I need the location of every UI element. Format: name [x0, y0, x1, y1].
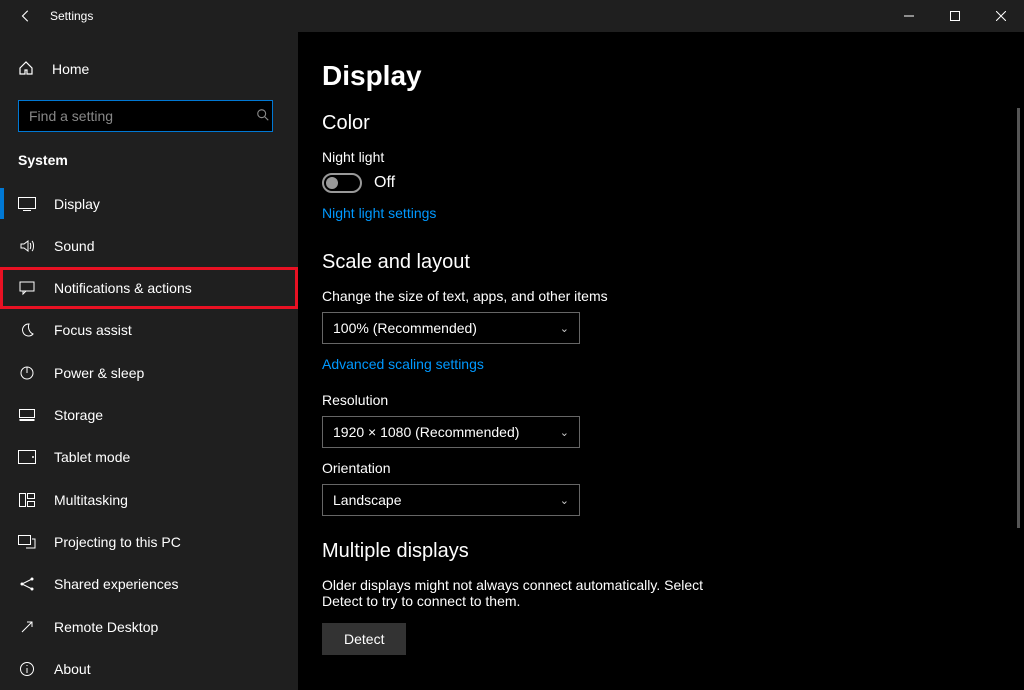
close-button[interactable]: [978, 0, 1024, 32]
display-icon: [18, 197, 36, 211]
multitask-icon: [18, 493, 36, 507]
sidebar-item-label: Projecting to this PC: [54, 534, 181, 550]
moon-icon: [18, 322, 36, 338]
maximize-button[interactable]: [932, 0, 978, 32]
sidebar-item-label: Sound: [54, 238, 94, 254]
sidebar-item-tablet-mode[interactable]: Tablet mode: [0, 436, 298, 478]
sidebar-item-remote-desktop[interactable]: Remote Desktop: [0, 605, 298, 647]
back-button[interactable]: [10, 0, 42, 32]
orientation-select[interactable]: Landscape ⌄: [322, 484, 580, 516]
scale-value: 100% (Recommended): [333, 320, 477, 336]
project-icon: [18, 535, 36, 549]
info-icon: [18, 661, 36, 677]
sidebar-item-storage[interactable]: Storage: [0, 394, 298, 436]
night-light-toggle[interactable]: [322, 173, 362, 193]
detect-button[interactable]: Detect: [322, 623, 406, 655]
tablet-icon: [18, 450, 36, 464]
minimize-button[interactable]: [886, 0, 932, 32]
sidebar-item-label: Power & sleep: [54, 365, 144, 381]
resolution-value: 1920 × 1080 (Recommended): [333, 424, 519, 440]
remote-icon: [18, 619, 36, 635]
sidebar-item-multitasking[interactable]: Multitasking: [0, 479, 298, 521]
multi-displays-desc: Older displays might not always connect …: [322, 577, 722, 609]
titlebar: Settings: [0, 0, 1024, 32]
sound-icon: [18, 238, 36, 254]
home-icon: [18, 60, 34, 79]
message-icon: [18, 280, 36, 296]
scale-select[interactable]: 100% (Recommended) ⌄: [322, 312, 580, 344]
storage-icon: [18, 409, 36, 421]
section-multi-displays: Multiple displays: [322, 540, 984, 563]
window-controls: [886, 0, 1024, 32]
scrollbar[interactable]: [1017, 108, 1020, 528]
home-button[interactable]: Home: [0, 50, 298, 88]
sidebar: Home System Display Sound Notifications …: [0, 32, 298, 690]
sidebar-item-label: Notifications & actions: [54, 280, 192, 296]
chevron-down-icon: ⌄: [560, 494, 569, 507]
sidebar-item-focus-assist[interactable]: Focus assist: [0, 309, 298, 351]
power-icon: [18, 365, 36, 381]
search-icon: [256, 108, 270, 127]
night-light-state: Off: [374, 174, 395, 192]
chevron-down-icon: ⌄: [560, 426, 569, 439]
advanced-scaling-link[interactable]: Advanced scaling settings: [322, 356, 484, 372]
sidebar-section-title: System: [0, 144, 298, 182]
sidebar-item-about[interactable]: About: [0, 648, 298, 690]
window-title: Settings: [50, 9, 93, 23]
sidebar-item-display[interactable]: Display: [0, 182, 298, 224]
sidebar-item-sound[interactable]: Sound: [0, 225, 298, 267]
content-pane[interactable]: Display Color Night light Off Night ligh…: [298, 32, 1024, 690]
resolution-select[interactable]: 1920 × 1080 (Recommended) ⌄: [322, 416, 580, 448]
orientation-label: Orientation: [322, 460, 984, 476]
sidebar-item-label: Focus assist: [54, 322, 132, 338]
chevron-down-icon: ⌄: [560, 322, 569, 335]
sidebar-item-label: Shared experiences: [54, 576, 179, 592]
orientation-value: Landscape: [333, 492, 402, 508]
night-light-label: Night light: [322, 149, 984, 165]
sidebar-item-notifications[interactable]: Notifications & actions: [0, 267, 298, 309]
sidebar-item-label: Remote Desktop: [54, 619, 158, 635]
section-color: Color: [322, 112, 984, 135]
home-label: Home: [52, 61, 89, 77]
night-light-settings-link[interactable]: Night light settings: [322, 205, 436, 221]
share-icon: [18, 576, 36, 592]
sidebar-item-label: Display: [54, 196, 100, 212]
sidebar-item-label: Tablet mode: [54, 449, 130, 465]
toggle-knob: [326, 177, 338, 189]
sidebar-item-label: Multitasking: [54, 492, 128, 508]
sidebar-item-projecting[interactable]: Projecting to this PC: [0, 521, 298, 563]
section-scale: Scale and layout: [322, 251, 984, 274]
sidebar-item-power-sleep[interactable]: Power & sleep: [0, 352, 298, 394]
scale-label: Change the size of text, apps, and other…: [322, 288, 984, 304]
sidebar-item-label: Storage: [54, 407, 103, 423]
sidebar-item-shared-experiences[interactable]: Shared experiences: [0, 563, 298, 605]
page-title: Display: [322, 60, 984, 92]
search-input[interactable]: [18, 100, 273, 132]
resolution-label: Resolution: [322, 392, 984, 408]
sidebar-item-label: About: [54, 661, 91, 677]
